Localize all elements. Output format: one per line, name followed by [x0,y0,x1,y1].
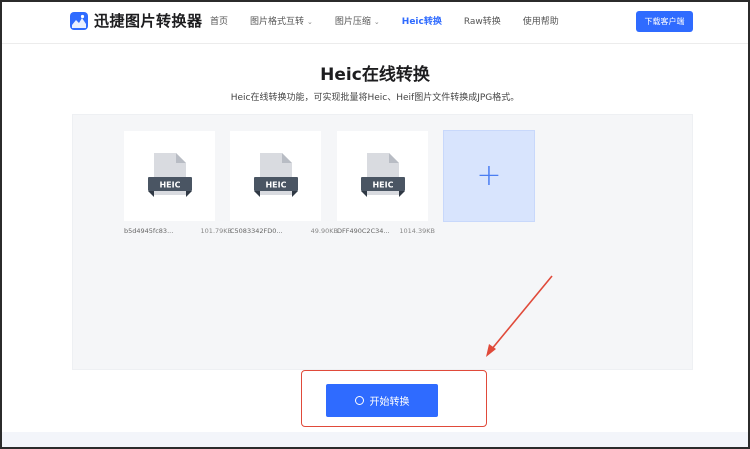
file-badge: HEIC [265,181,286,190]
file-card[interactable]: HEIC C5083342FD0... 49.90KB [230,131,338,235]
page-title: Heic在线转换 [320,65,430,85]
nav-item-label: Raw转换 [463,17,501,27]
file-size: 1014.39KB [399,227,435,235]
file-meta: C5083342FD0... 49.90KB [230,227,338,235]
file-meta: b5d4945fc83... 101.79KB [124,227,232,235]
file-thumbnail: HEIC [230,131,321,221]
main-nav: 首页 图片格式互转 ⌄ 图片压缩 ⌄ Heic转换 Raw转换 使用帮助 [210,0,581,44]
heic-file-icon: HEIC [147,153,192,197]
nav-item-raw[interactable]: Raw转换 [464,0,501,44]
loading-circle-icon [354,396,364,405]
file-name: C5083342FD0... [230,227,283,235]
plus-icon: + [476,158,502,193]
file-size: 49.90KB [310,227,338,235]
nav-item-home[interactable]: 首页 [210,0,228,44]
file-meta: DFF490C2C34... 1014.39KB [337,227,435,235]
file-card[interactable]: HEIC b5d4945fc83... 101.79KB [124,131,232,235]
file-thumbnail: HEIC [124,131,215,221]
nav-item-help[interactable]: 使用帮助 [523,0,559,44]
chevron-down-icon: ⌄ [373,18,380,26]
nav-item-label: 使用帮助 [522,17,559,27]
top-header: 迅捷图片转换器 首页 图片格式互转 ⌄ 图片压缩 ⌄ Heic转换 Raw转换 … [0,0,750,44]
logo[interactable]: 迅捷图片转换器 [70,11,203,31]
nav-item-format-convert[interactable]: 图片格式互转 ⌄ [250,0,313,44]
nav-item-label: Heic转换 [401,17,442,27]
start-convert-button[interactable]: 开始转换 [326,384,438,417]
file-name: DFF490C2C34... [337,227,390,235]
nav-item-label: 首页 [210,17,229,27]
add-file-button[interactable]: + [443,130,535,222]
file-name: b5d4945fc83... [124,227,174,235]
nav-item-compress[interactable]: 图片压缩 ⌄ [335,0,380,44]
file-thumbnail: HEIC [337,131,428,221]
nav-item-label: 图片格式互转 [250,17,305,27]
file-badge: HEIC [372,181,393,190]
download-client-button[interactable]: 下载客户端 [636,11,693,32]
page-subtitle: Heic在线转换功能，可实现批量将Heic、Heif图片文件转换成JPG格式。 [230,93,520,103]
heic-file-icon: HEIC [253,153,298,197]
image-logo-icon [70,12,88,30]
start-convert-label: 开始转换 [369,397,410,408]
upload-area[interactable]: HEIC b5d4945fc83... 101.79KB HEIC C50833… [72,114,693,370]
nav-item-label: 图片压缩 [334,17,371,27]
file-size: 101.79KB [200,227,232,235]
nav-item-heic[interactable]: Heic转换 [402,0,442,44]
heic-file-icon: HEIC [360,153,405,197]
footer-band [0,432,750,449]
file-card[interactable]: HEIC DFF490C2C34... 1014.39KB [337,131,435,235]
file-badge: HEIC [159,181,180,190]
chevron-down-icon: ⌄ [307,18,313,26]
logo-text: 迅捷图片转换器 [94,12,203,30]
